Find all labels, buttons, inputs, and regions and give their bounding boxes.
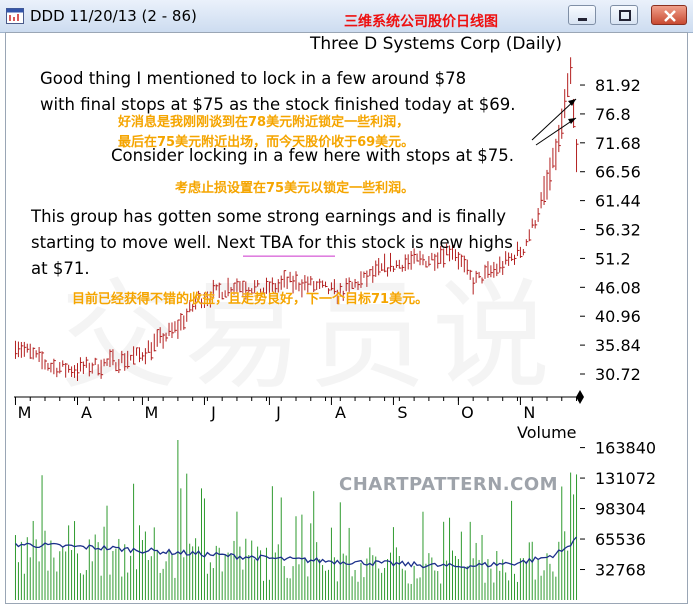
price-tick-label: 51.2: [595, 249, 631, 268]
volume-tick-label: 65536: [595, 530, 646, 549]
month-label: A: [81, 403, 92, 422]
annotation-1-line-1: Good thing I mentioned to lock in a few …: [40, 69, 467, 88]
volume-tick-label: 98304: [595, 500, 646, 519]
price-axis: 81.92 76.8 71.68 66.56 61.44 56.32 51.2 46.08 40…: [580, 76, 641, 384]
chart-title: Three D Systems Corp (Daily): [310, 34, 562, 54]
volume-axis: 163840 131072 98304 65536 32768: [580, 439, 656, 580]
annotation-3-cn: 目前已经获得不错的收益，且走势良好，下一个目标71美元。: [72, 292, 429, 307]
month-label: A: [335, 403, 346, 422]
month-label: S: [397, 403, 407, 422]
price-tick-label: 35.84: [595, 336, 641, 355]
price-tick-label: 46.08: [595, 278, 641, 297]
price-tick-label: 56.32: [595, 221, 641, 240]
price-tick-label: 30.72: [595, 365, 641, 384]
month-label: J: [275, 403, 281, 422]
price-tick-label: 81.92: [595, 76, 641, 95]
annotation-2-cn: 考虑止损设置在75美元以锁定一些利润。: [175, 181, 415, 196]
month-label: M: [145, 403, 159, 422]
price-tick-label: 76.8: [595, 105, 631, 124]
watermark-site: CHARTPATTERN.COM: [339, 474, 559, 495]
price-tick-label: 40.96: [595, 307, 641, 326]
volume-tick-label: 32768: [595, 561, 646, 580]
price-tick-label: 71.68: [595, 134, 641, 153]
price-tick-label: 61.44: [595, 192, 641, 211]
volume-bars: [14, 440, 578, 600]
volume-tick-label: 131072: [595, 469, 656, 488]
volume-label: Volume: [517, 423, 577, 442]
annotation-2: Consider locking in a few here with stop…: [111, 146, 515, 165]
month-label: J: [210, 403, 216, 422]
month-axis: MAMJJASON: [14, 390, 584, 422]
annotation-3-line-1: This group has gotten some strong earnin…: [31, 207, 506, 226]
end-marker-icon: [576, 390, 584, 404]
annotation-3-line-2: starting to move well. Next TBA for this…: [31, 233, 513, 252]
annotation-1-cn-line-1: 好消息是我刚刚谈到在78美元附近锁定一些利润，: [118, 115, 410, 130]
month-label: O: [461, 403, 474, 422]
month-label: N: [523, 403, 535, 422]
annotation-3-line-3: at $71.: [31, 259, 90, 278]
price-tick-label: 66.56: [595, 163, 641, 182]
volume-tick-label: 163840: [595, 439, 656, 458]
month-label: M: [18, 403, 32, 422]
